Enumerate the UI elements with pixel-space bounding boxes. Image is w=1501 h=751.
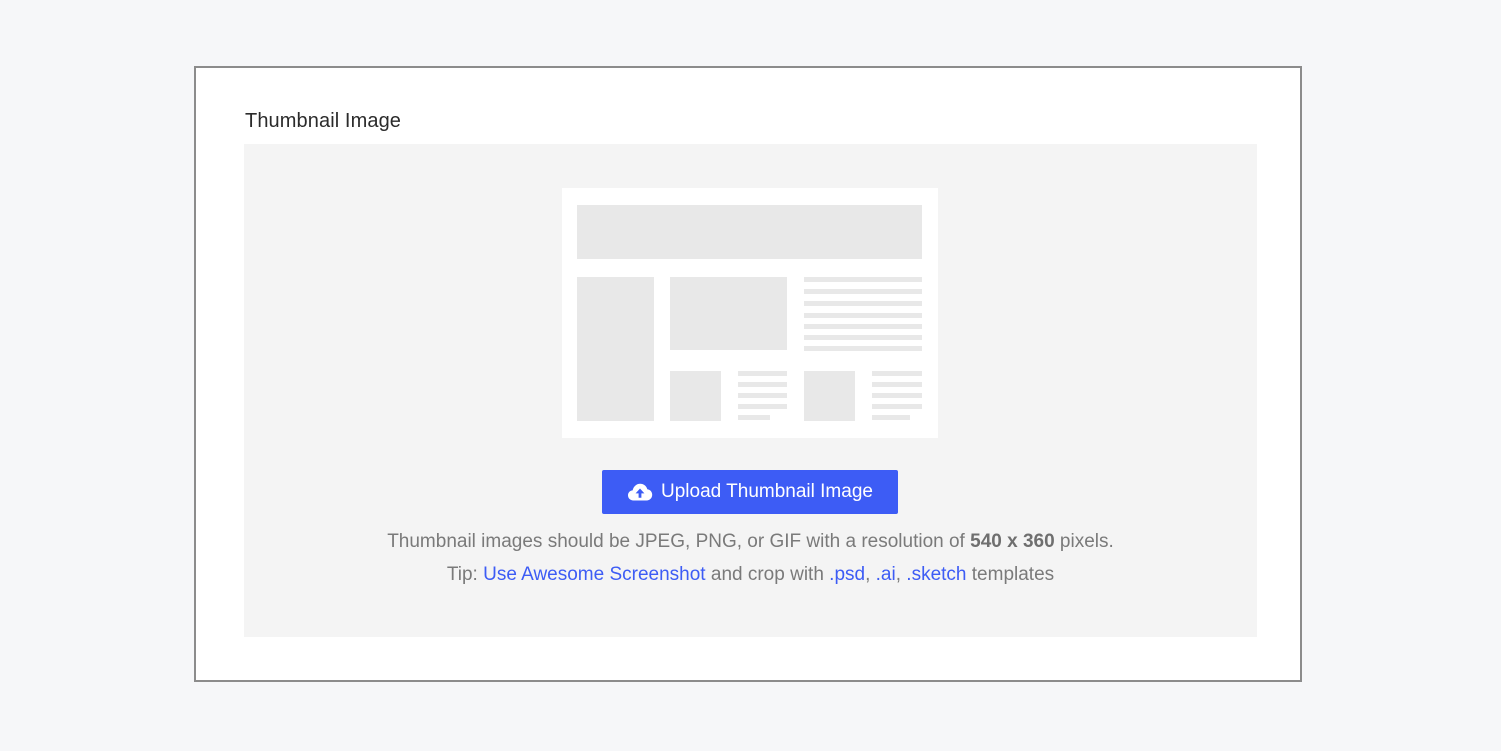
placeholder-text-line [872,393,922,398]
placeholder-text-line [872,382,922,387]
placeholder-text-line [804,324,922,329]
template-separator: , [865,564,876,585]
placeholder-text-line [872,415,910,420]
awesome-screenshot-link[interactable]: Use Awesome Screenshot [483,564,706,585]
placeholder-text-line [738,404,787,409]
placeholder-text-line [738,371,787,376]
tip-middle: and crop with [705,564,830,585]
placeholder-text-line [872,371,922,376]
format-requirements-text: Thumbnail images should be JPEG, PNG, or… [244,531,1257,553]
placeholder-text-line [738,393,787,398]
placeholder-small-image [670,371,721,421]
cloud-upload-icon [627,482,653,502]
section-label: Thumbnail Image [245,110,402,132]
placeholder-text-line [738,415,770,420]
placeholder-text-line [738,382,787,387]
placeholder-text-line [804,301,922,306]
tip-suffix: templates [966,564,1055,585]
upload-thumbnail-button[interactable]: Upload Thumbnail Image [602,470,898,514]
placeholder-sidebar-block [577,277,654,421]
resolution-value: 540 x 360 [970,531,1055,552]
requirements-suffix: pixels. [1054,531,1114,552]
thumbnail-placeholder-illustration [562,188,938,438]
placeholder-image-block [670,277,787,350]
thumbnail-dropzone[interactable]: Upload Thumbnail Image Thumbnail images … [244,144,1257,637]
psd-template-link[interactable]: .psd [829,564,865,585]
upload-button-label: Upload Thumbnail Image [661,481,873,502]
placeholder-header-block [577,205,922,259]
thumbnail-image-card: Thumbnail Image Upload Thumbnail Image T… [194,66,1302,682]
placeholder-text-line [804,313,922,318]
ai-template-link[interactable]: .ai [876,564,896,585]
placeholder-text-line [804,277,922,282]
placeholder-small-image [804,371,855,421]
tip-prefix: Tip: [446,564,484,585]
placeholder-text-line [804,346,922,351]
placeholder-text-line [872,404,922,409]
requirements-prefix: Thumbnail images should be JPEG, PNG, or… [387,531,971,552]
sketch-template-link[interactable]: .sketch [906,564,966,585]
tip-text: Tip: Use Awesome Screenshot and crop wit… [244,564,1257,586]
placeholder-text-line [804,335,922,340]
placeholder-text-line [804,289,922,294]
template-separator: , [895,564,907,585]
